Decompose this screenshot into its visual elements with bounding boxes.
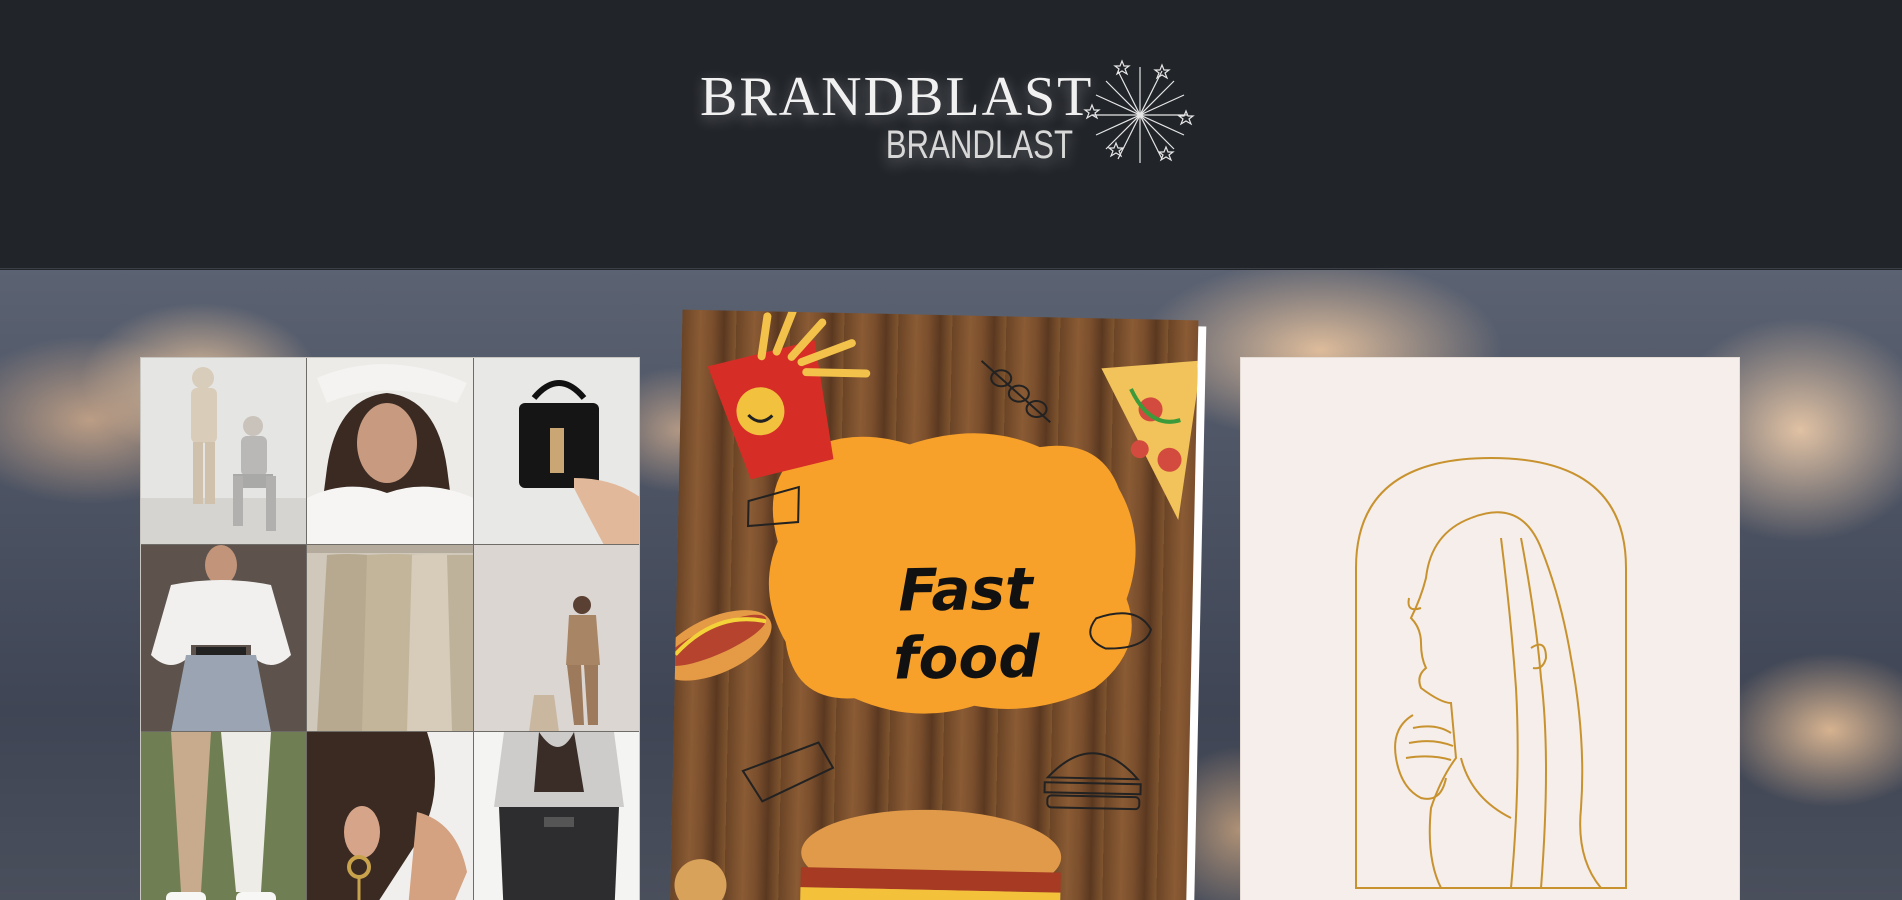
brand-logo[interactable]: BRANDBLAST BRANDLAST [700,55,1200,185]
starburst-icon [1083,59,1195,163]
photo-brown-suit [474,545,639,732]
photo-trousers [141,732,307,900]
photo-white-blouse [141,545,307,732]
burrito-icon [741,741,835,803]
woman-profile-line-art [1355,456,1627,889]
line-art-card[interactable] [1240,357,1740,900]
photo-clothes-rack [307,545,474,732]
fast-food-flyer-card[interactable]: Fast food [669,309,1207,900]
template-gallery: Fast food [0,270,1902,900]
burger-outline-icon [1045,752,1141,781]
skewer-icon [980,360,1051,424]
burger-icon [800,809,1062,900]
brand-subtitle: BRANDLAST [885,123,1073,167]
top-header: BRANDBLAST BRANDLAST [0,0,1902,269]
photo-woman-portrait [307,358,474,545]
photo-gold-earring [307,732,474,900]
photo-two-models [141,358,307,545]
flyer-design: Fast food [669,309,1199,900]
photo-black-handbag [474,358,639,545]
hot-dog-icon [669,610,772,681]
photo-black-jeans [474,732,639,900]
fashion-collage-card[interactable] [140,357,640,900]
brand-name: BRANDBLAST [700,66,1094,128]
flyer-title: Fast food [892,554,1041,693]
